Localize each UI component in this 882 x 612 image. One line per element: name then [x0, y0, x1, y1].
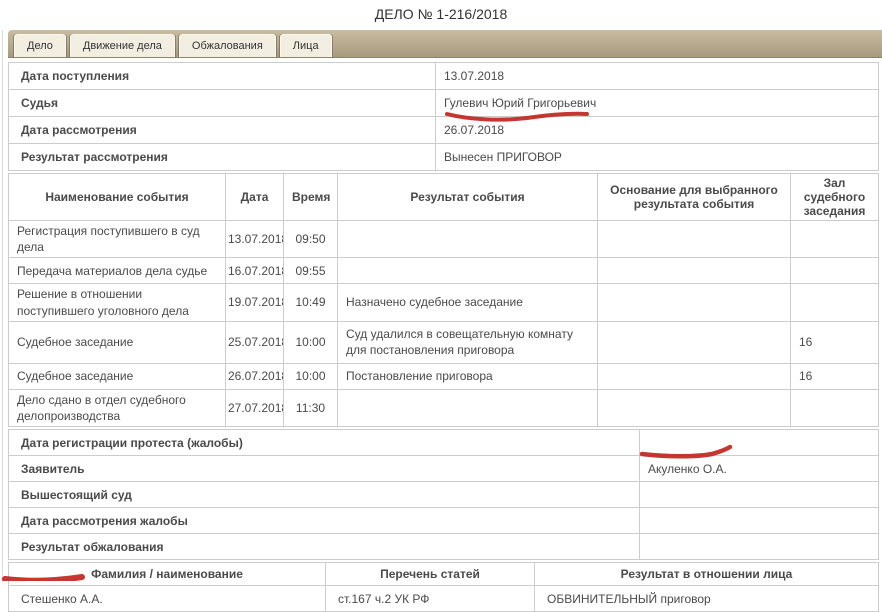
field-label-judge: Судья: [9, 90, 436, 117]
column-header-room: Зал судебного заседания: [791, 174, 879, 221]
event-basis: [598, 258, 791, 284]
events-table: Наименование события Дата Время Результа…: [8, 173, 879, 427]
table-row: Судебное заседание 26.07.2018 10:00 Пост…: [9, 363, 879, 389]
event-time: 10:00: [284, 363, 338, 389]
tab-obzhalovaniya[interactable]: Обжалования: [179, 34, 276, 57]
event-room: [791, 389, 879, 426]
event-basis: [598, 321, 791, 363]
table-row: Дата поступления 13.07.2018: [9, 63, 879, 90]
table-row: Результат обжалования: [9, 534, 879, 560]
event-date: 16.07.2018: [226, 258, 284, 284]
table-row: Результат рассмотрения Вынесен ПРИГОВОР: [9, 144, 879, 171]
column-header-person-name: Фамилия / наименование: [9, 563, 326, 586]
column-header-person-result: Результат в отношении лица: [535, 563, 879, 586]
event-result: [338, 221, 598, 258]
event-result: [338, 258, 598, 284]
table-row: Судья Гулевич Юрий Григорьевич: [9, 90, 879, 117]
tab-delo[interactable]: Дело: [14, 34, 66, 57]
field-value-higher-court: [640, 482, 879, 508]
event-room: 16: [791, 363, 879, 389]
event-room: [791, 284, 879, 321]
field-value-receipt-date: 13.07.2018: [436, 63, 879, 90]
column-header-result: Результат события: [338, 174, 598, 221]
column-header-time: Время: [284, 174, 338, 221]
table-row: Дата рассмотрения жалобы: [9, 508, 879, 534]
table-row: Регистрация поступившего в суд дела 13.0…: [9, 221, 879, 258]
event-name: Решение в отношении поступившего уголовн…: [9, 284, 226, 321]
column-header-basis: Основание для выбранного результата собы…: [598, 174, 791, 221]
event-room: [791, 221, 879, 258]
table-row: Дата рассмотрения 26.07.2018: [9, 117, 879, 144]
field-label-review-result: Результат рассмотрения: [9, 144, 436, 171]
event-time: 10:49: [284, 284, 338, 321]
event-name: Судебное заседание: [9, 321, 226, 363]
event-result: Постановление приговора: [338, 363, 598, 389]
event-name: Дело сдано в отдел судебного делопроизво…: [9, 389, 226, 426]
event-date: 19.07.2018: [226, 284, 284, 321]
event-date: 13.07.2018: [226, 221, 284, 258]
persons-table: Фамилия / наименование Перечень статей Р…: [8, 562, 879, 612]
event-basis: [598, 221, 791, 258]
event-result: Назначено судебное заседание: [338, 284, 598, 321]
event-time: 09:55: [284, 258, 338, 284]
field-value-protest-reg-date: [640, 430, 879, 456]
tab-litsa[interactable]: Лица: [280, 34, 332, 57]
event-date: 25.07.2018: [226, 321, 284, 363]
field-label-appeal-review-date: Дата рассмотрения жалобы: [9, 508, 640, 534]
field-label-applicant: Заявитель: [9, 456, 640, 482]
case-info-table: Дата поступления 13.07.2018 Судья Гулеви…: [8, 62, 879, 171]
event-result: [338, 389, 598, 426]
table-row: Заявитель Акуленко О.А.: [9, 456, 879, 482]
event-basis: [598, 284, 791, 321]
event-basis: [598, 363, 791, 389]
field-value-appeal-review-date: [640, 508, 879, 534]
table-row: Вышестоящий суд: [9, 482, 879, 508]
event-room: [791, 258, 879, 284]
column-header-date: Дата: [226, 174, 284, 221]
event-result: Суд удалился в совещательную комнату для…: [338, 321, 598, 363]
page-left-border: [2, 30, 3, 581]
event-name: Регистрация поступившего в суд дела: [9, 221, 226, 258]
table-row: Дело сдано в отдел судебного делопроизво…: [9, 389, 879, 426]
field-label-receipt-date: Дата поступления: [9, 63, 436, 90]
event-time: 09:50: [284, 221, 338, 258]
tab-dvizhenie-dela[interactable]: Движение дела: [70, 34, 175, 57]
event-time: 11:30: [284, 389, 338, 426]
field-label-review-date: Дата рассмотрения: [9, 117, 436, 144]
field-value-review-date: 26.07.2018: [436, 117, 879, 144]
field-value-review-result: Вынесен ПРИГОВОР: [436, 144, 879, 171]
person-name: Стешенко А.А.: [9, 586, 326, 612]
person-result: ОБВИНИТЕЛЬНЫЙ приговор: [535, 586, 879, 612]
main-content: Дата поступления 13.07.2018 Судья Гулеви…: [8, 62, 878, 612]
table-row: Стешенко А.А. ст.167 ч.2 УК РФ ОБВИНИТЕЛ…: [9, 586, 879, 612]
field-label-appeal-result: Результат обжалования: [9, 534, 640, 560]
court-case-page: { "page": { "title": "ДЕЛО № 1-216/2018"…: [0, 0, 882, 581]
page-title: ДЕЛО № 1-216/2018: [0, 0, 882, 30]
event-date: 26.07.2018: [226, 363, 284, 389]
appeal-info-table: Дата регистрации протеста (жалобы) Заяви…: [8, 429, 879, 560]
table-row: Судебное заседание 25.07.2018 10:00 Суд …: [9, 321, 879, 363]
table-row: Дата регистрации протеста (жалобы): [9, 430, 879, 456]
field-label-higher-court: Вышестоящий суд: [9, 482, 640, 508]
events-header-row: Наименование события Дата Время Результа…: [9, 174, 879, 221]
person-articles: ст.167 ч.2 УК РФ: [326, 586, 535, 612]
event-room: 16: [791, 321, 879, 363]
field-value-judge: Гулевич Юрий Григорьевич: [436, 90, 879, 117]
column-header-articles: Перечень статей: [326, 563, 535, 586]
event-date: 27.07.2018: [226, 389, 284, 426]
event-basis: [598, 389, 791, 426]
field-value-appeal-result: [640, 534, 879, 560]
event-time: 10:00: [284, 321, 338, 363]
field-label-protest-reg-date: Дата регистрации протеста (жалобы): [9, 430, 640, 456]
table-row: Решение в отношении поступившего уголовн…: [9, 284, 879, 321]
table-row: Передача материалов дела судье 16.07.201…: [9, 258, 879, 284]
persons-header-row: Фамилия / наименование Перечень статей Р…: [9, 563, 879, 586]
event-name: Передача материалов дела судье: [9, 258, 226, 284]
column-header-event-name: Наименование события: [9, 174, 226, 221]
event-name: Судебное заседание: [9, 363, 226, 389]
tab-bar: Дело Движение дела Обжалования Лица: [8, 30, 882, 58]
field-value-applicant: Акуленко О.А.: [640, 456, 879, 482]
